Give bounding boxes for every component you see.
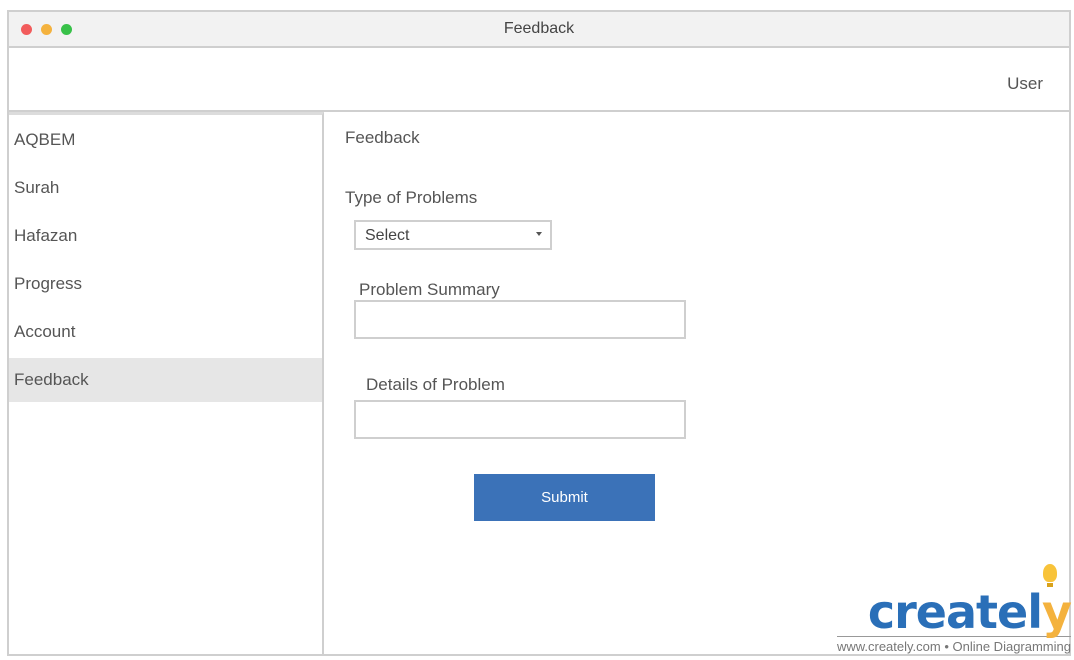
chevron-down-icon <box>536 232 542 236</box>
sidebar-item-progress[interactable]: Progress <box>9 262 322 306</box>
sidebar-item-hafazan[interactable]: Hafazan <box>9 214 322 258</box>
type-of-problems-label: Type of Problems <box>345 188 478 207</box>
problem-type-select-value: Select <box>365 227 410 244</box>
app-header: User <box>9 48 1069 112</box>
submit-button[interactable]: Submit <box>474 474 655 521</box>
app-window: Feedback User AQBEM Surah Hafazan Progre… <box>7 10 1071 656</box>
problem-type-select[interactable]: Select <box>354 220 552 250</box>
user-menu[interactable]: User <box>1007 74 1043 94</box>
sidebar-item-feedback[interactable]: Feedback <box>9 358 322 402</box>
sidebar-item-surah[interactable]: Surah <box>9 166 322 210</box>
problem-summary-input[interactable] <box>354 300 686 339</box>
window-title: Feedback <box>503 20 575 37</box>
main-content: Feedback Type of Problems Select Problem… <box>326 112 1069 654</box>
problem-summary-label: Problem Summary <box>359 280 500 299</box>
sidebar: AQBEM Surah Hafazan Progress Account Fee… <box>9 112 324 656</box>
page-title: Feedback <box>345 128 420 147</box>
sidebar-item-aqbem[interactable]: AQBEM <box>9 118 322 162</box>
details-of-problem-label: Details of Problem <box>366 375 505 394</box>
lightbulb-icon <box>1043 564 1057 587</box>
details-of-problem-input[interactable] <box>354 400 686 439</box>
sidebar-item-account[interactable]: Account <box>9 310 322 354</box>
creately-watermark: creately www.creately.com • Online Diagr… <box>836 564 1072 656</box>
title-bar: Feedback <box>9 12 1069 48</box>
creately-logo: creately <box>837 564 1072 635</box>
